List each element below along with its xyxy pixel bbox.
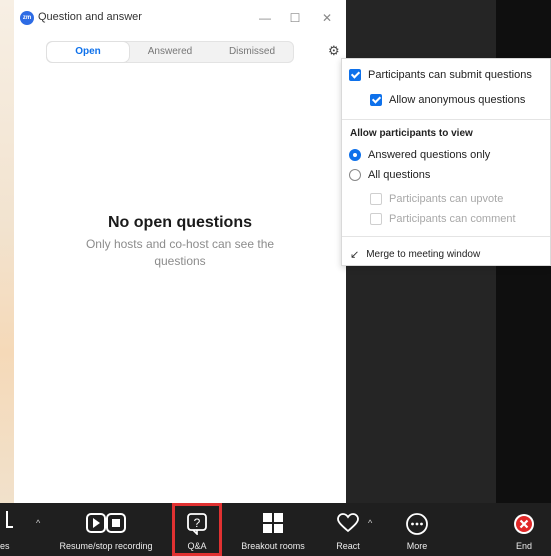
- menu-divider: [342, 119, 550, 120]
- window-title: Question and answer: [38, 11, 142, 23]
- zoom-logo-icon: zm: [20, 11, 34, 25]
- answered-only-option[interactable]: Answered questions only: [349, 145, 490, 165]
- menu-divider: [342, 236, 550, 237]
- titlebar: zm Question and answer — ☐ ✕: [14, 0, 346, 36]
- react-button[interactable]: React: [326, 503, 370, 556]
- qa-highlight-box: [172, 503, 222, 556]
- all-questions-option[interactable]: All questions: [349, 165, 430, 185]
- chevron-up-icon[interactable]: ^: [36, 518, 40, 528]
- record-button[interactable]: Resume/stop recording: [50, 503, 162, 556]
- tab-dismissed[interactable]: Dismissed: [211, 42, 293, 62]
- end-icon: [513, 513, 535, 540]
- answered-only-label: Answered questions only: [368, 149, 491, 161]
- checkbox-unchecked-icon: [370, 213, 382, 225]
- merge-arrow-icon: ↙: [350, 248, 360, 261]
- qa-window: zm Question and answer — ☐ ✕ Open Answer…: [14, 0, 346, 503]
- gear-icon[interactable]: ⚙: [328, 43, 340, 59]
- checkbox-checked-icon[interactable]: [349, 69, 361, 81]
- checkbox-checked-icon[interactable]: [370, 94, 382, 106]
- breakout-rooms-button[interactable]: Breakout rooms: [232, 503, 314, 556]
- submit-questions-label: Participants can submit questions: [368, 69, 532, 81]
- toolbar-partial-button[interactable]: es: [0, 503, 34, 556]
- anonymous-questions-label: Allow anonymous questions: [389, 94, 526, 106]
- view-section-heading: Allow participants to view: [350, 128, 473, 139]
- tab-answered[interactable]: Answered: [129, 42, 211, 62]
- merge-to-meeting-option[interactable]: ↙ Merge to meeting window: [350, 244, 480, 264]
- anonymous-questions-option[interactable]: Allow anonymous questions: [370, 90, 525, 110]
- record-label: Resume/stop recording: [59, 541, 153, 551]
- react-label: React: [336, 541, 360, 551]
- meeting-toolbar: es ^ Resume/stop recording ? Q&A Breakou…: [0, 503, 551, 556]
- maximize-button[interactable]: ☐: [280, 6, 310, 30]
- comment-option: Participants can comment: [370, 209, 516, 229]
- merge-label: Merge to meeting window: [366, 248, 481, 260]
- tab-open[interactable]: Open: [47, 42, 129, 62]
- close-button[interactable]: ✕: [312, 6, 342, 30]
- end-button[interactable]: End: [506, 503, 542, 556]
- meeting-video-edge: [0, 0, 14, 503]
- record-icon: [86, 513, 126, 538]
- upvote-option: Participants can upvote: [370, 189, 503, 209]
- empty-state-subtitle: Only hosts and co-host can see the quest…: [85, 237, 275, 268]
- qa-tabs: Open Answered Dismissed: [46, 41, 294, 63]
- empty-state-title: No open questions: [108, 214, 252, 231]
- upvote-label: Participants can upvote: [389, 193, 504, 205]
- checkbox-unchecked-icon: [370, 193, 382, 205]
- comment-label: Participants can comment: [389, 213, 516, 225]
- toolbar-partial-label: es: [0, 541, 10, 551]
- submit-questions-option[interactable]: Participants can submit questions: [349, 65, 532, 85]
- heart-icon: [337, 513, 359, 538]
- more-icon: [406, 513, 428, 540]
- radio-unselected-icon[interactable]: [349, 169, 361, 181]
- radio-selected-icon[interactable]: [349, 149, 361, 161]
- qa-settings-menu: Participants can submit questions Allow …: [341, 58, 551, 266]
- all-questions-label: All questions: [368, 169, 431, 181]
- breakout-rooms-icon: [263, 513, 283, 538]
- participants-icon: [5, 511, 15, 538]
- more-button[interactable]: More: [392, 503, 442, 556]
- minimize-button[interactable]: —: [250, 6, 280, 30]
- more-label: More: [406, 541, 428, 551]
- breakout-rooms-label: Breakout rooms: [241, 541, 305, 551]
- end-label: End: [515, 541, 532, 551]
- chevron-up-icon[interactable]: ^: [368, 518, 372, 528]
